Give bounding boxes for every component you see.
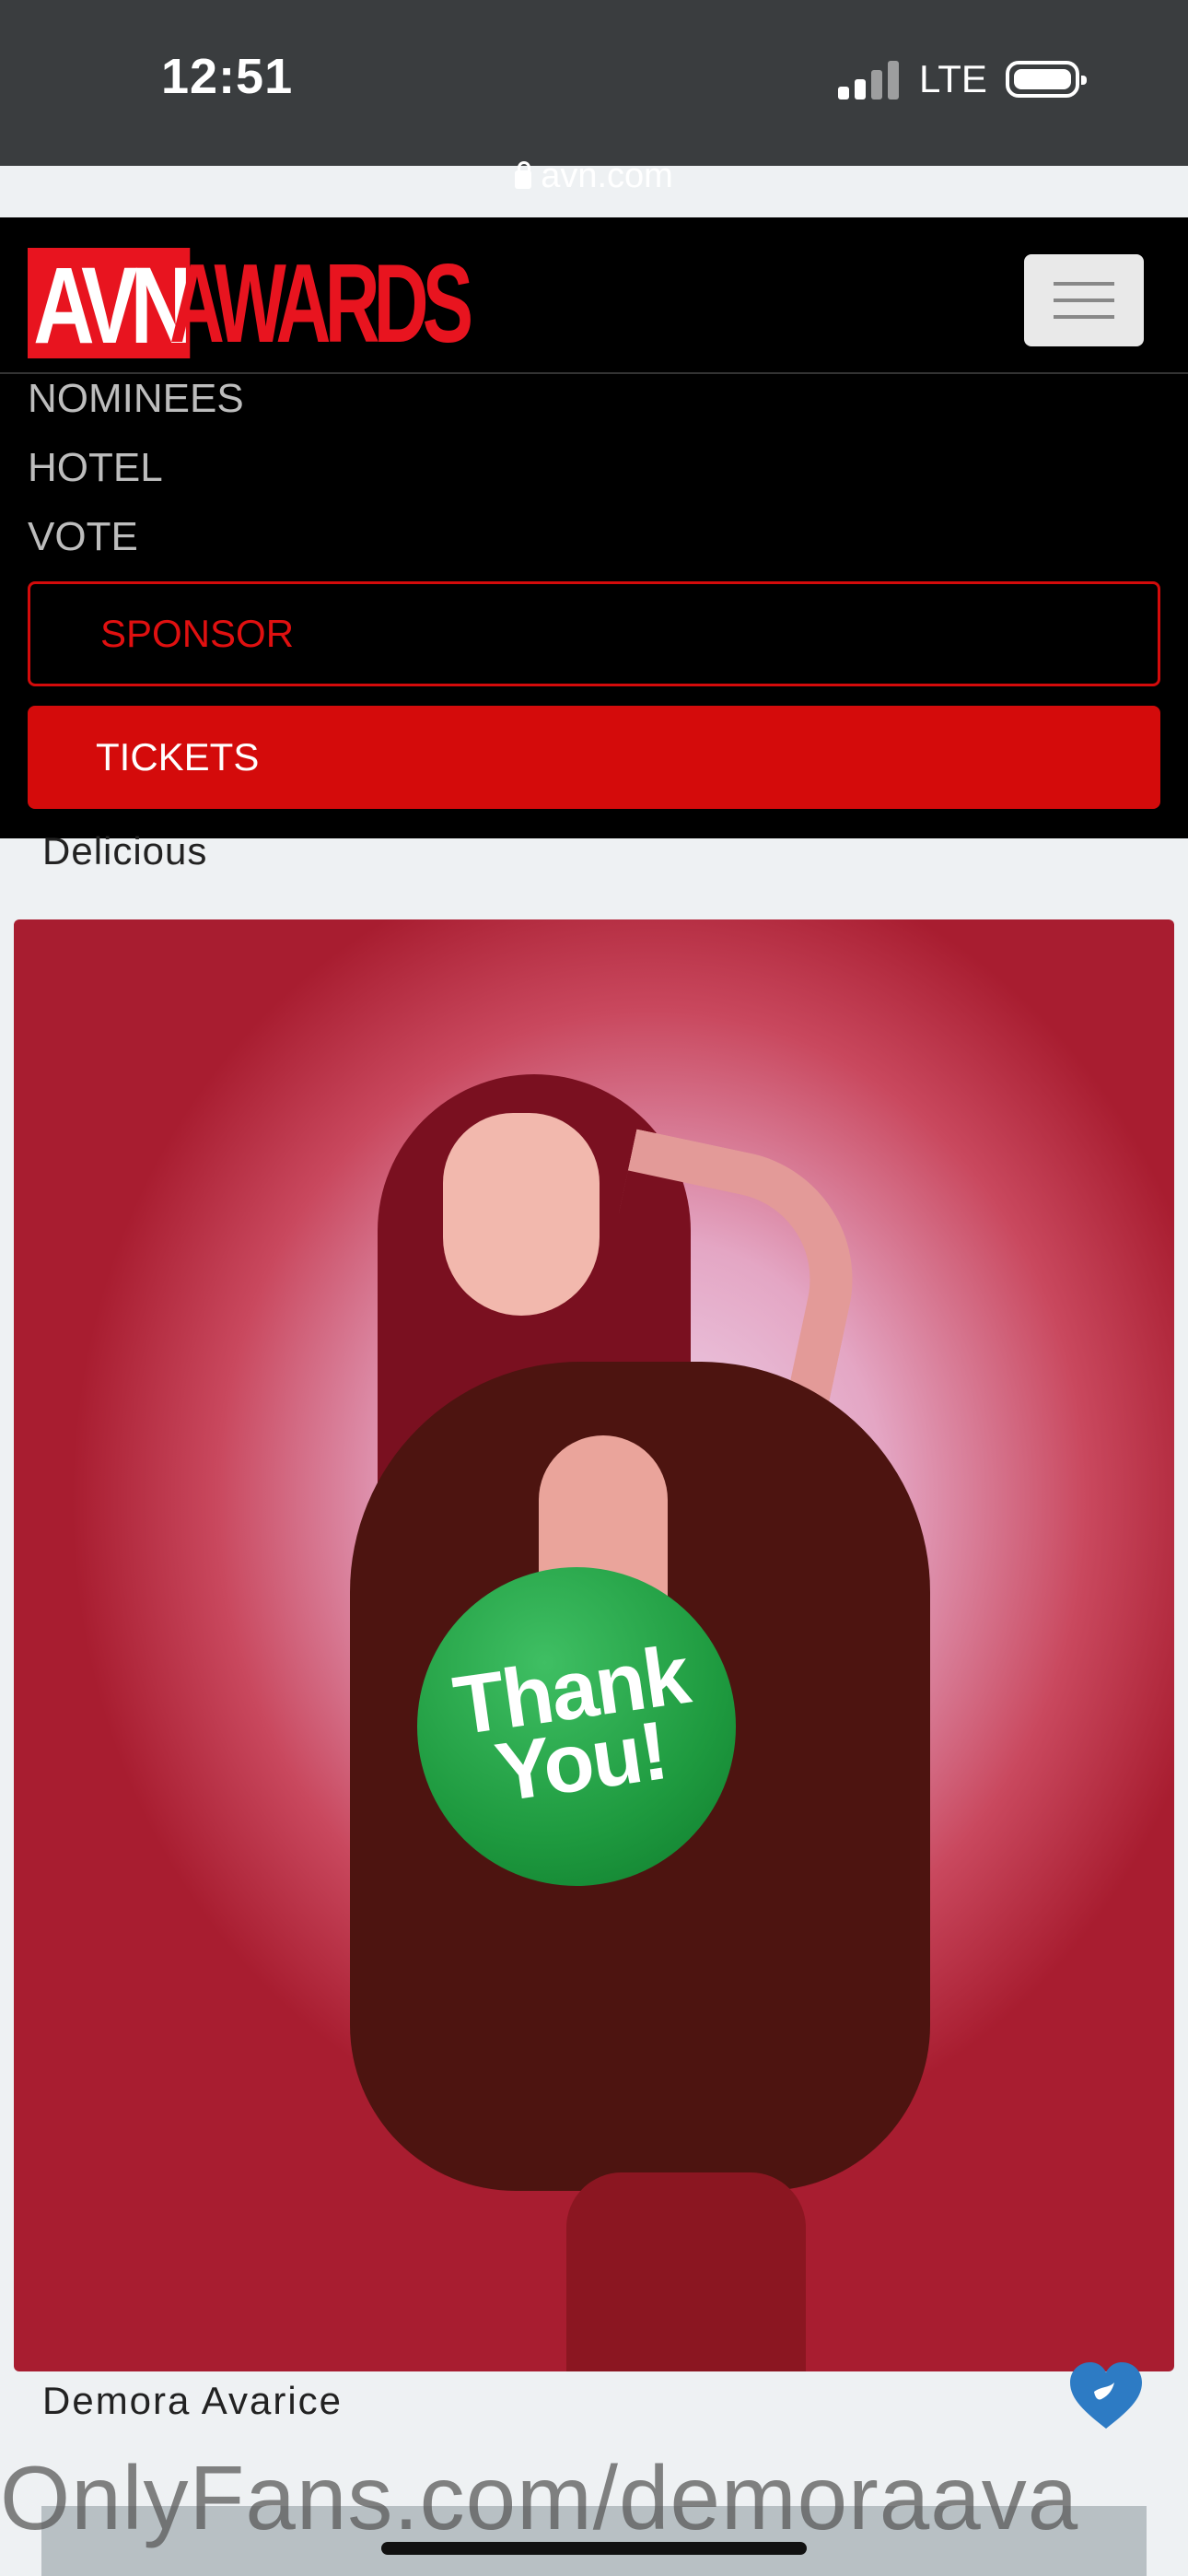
tickets-button[interactable]: TICKETS: [28, 706, 1160, 809]
status-bar: 12:51 LTE: [0, 0, 1188, 166]
status-time: 12:51: [161, 49, 294, 104]
logo-suffix: AWARDS: [169, 240, 473, 366]
lock-icon: [515, 161, 532, 189]
cellular-signal-icon: [838, 61, 903, 100]
nominee-photo[interactable]: Thank You!: [14, 919, 1174, 2371]
avn-awards-logo[interactable]: AVN AWARDS: [28, 240, 608, 366]
hamburger-menu-button[interactable]: [1024, 254, 1144, 346]
nav-divider: [0, 372, 1188, 374]
battery-icon: [1006, 61, 1087, 98]
thank-you-text: Thank You!: [448, 1629, 703, 1820]
nav-link-hotel[interactable]: HOTEL: [28, 445, 163, 491]
nominee-name: Demora Avarice: [42, 2379, 344, 2422]
figure-legs: [566, 2172, 806, 2371]
sponsor-button[interactable]: SPONSOR: [28, 581, 1160, 686]
nav-link-vote[interactable]: VOTE: [28, 514, 138, 560]
watermark-text: OnlyFans.com/demoraava: [0, 2447, 1079, 2548]
home-indicator[interactable]: [381, 2542, 807, 2555]
url-text: avn.com: [541, 157, 673, 195]
browser-url-bar[interactable]: avn.com: [0, 157, 1188, 210]
previous-card-caption: Delicious: [42, 829, 208, 872]
network-label: LTE: [919, 57, 987, 100]
thank-you-badge: Thank You!: [417, 1567, 736, 1886]
figure-face: [443, 1113, 600, 1316]
nav-link-nominees[interactable]: NOMINEES: [28, 376, 244, 422]
heart-icon[interactable]: [1066, 2359, 1146, 2432]
logo-prefix: AVN: [28, 248, 192, 364]
site-nav: AVN AWARDS NOMINEES HOTEL VOTE SPONSOR T…: [0, 217, 1188, 838]
